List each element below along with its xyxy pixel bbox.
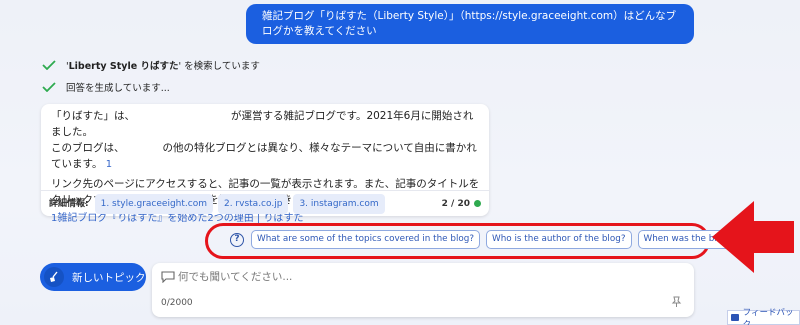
turn-counter: 2 / 20 (442, 196, 481, 212)
chat-input-placeholder[interactable]: 何でも聞いてください... (178, 269, 292, 284)
status-generating-text: 回答を生成しています... (66, 83, 170, 94)
source-chip[interactable]: 1. style.graceeight.com (94, 193, 213, 214)
chat-icon (161, 271, 175, 283)
source-chip[interactable]: 2. rvsta.co.jp (217, 193, 289, 214)
status-searching-text: 'Liberty Style りばすた' を検索しています (66, 61, 260, 72)
check-icon (42, 82, 56, 92)
feedback-button[interactable]: フィードバック (727, 308, 800, 325)
source-chip[interactable]: 3. instagram.com (293, 193, 385, 214)
new-topic-label: 新しいトピック (72, 271, 146, 284)
arrow-annotation (712, 201, 794, 273)
redacted-box (124, 142, 163, 154)
answer-card: 「りばすた」は、 が運営する雑記ブログです。2021年6月に開始されました。 この… (41, 104, 489, 224)
search-query: Liberty Style りばすた (68, 61, 179, 72)
status-dot (474, 200, 481, 207)
citation-marker[interactable]: 1 (106, 159, 112, 170)
broom-icon (44, 267, 64, 287)
status-generating: 回答を生成しています... (42, 80, 170, 94)
details-bar: 詳細情報: 1. style.graceeight.com 2. rvsta.c… (41, 190, 489, 216)
new-topic-button[interactable]: 新しいトピック (40, 263, 146, 291)
pin-icon[interactable] (671, 296, 682, 308)
user-message-bubble: 雑記ブログ「りばすた（Liberty Style）」（https://style… (246, 4, 694, 44)
details-label: 詳細情報: (49, 198, 89, 209)
status-searching: 'Liberty Style りばすた' を検索しています (42, 58, 260, 72)
feedback-label: フィードバック (742, 307, 794, 325)
help-icon[interactable]: ? (230, 232, 244, 247)
check-icon (42, 60, 56, 70)
chat-input-box[interactable]: 何でも聞いてください... 0/2000 (152, 263, 694, 317)
suggestion-button[interactable]: What are some of the topics covered in t… (251, 230, 481, 249)
user-message-text: 雑記ブログ「りばすた（Liberty Style）」（https://style… (262, 10, 677, 37)
suggestion-button[interactable]: Who is the author of the blog? (486, 230, 632, 249)
redacted-box (135, 110, 231, 122)
feedback-icon (731, 314, 739, 321)
char-count: 0/2000 (161, 298, 193, 308)
suggestions-row: ? What are some of the topics covered in… (230, 230, 779, 249)
answer-paragraph-1: 「りばすた」は、 が運営する雑記ブログです。2021年6月に開始されました。 この… (51, 110, 477, 170)
